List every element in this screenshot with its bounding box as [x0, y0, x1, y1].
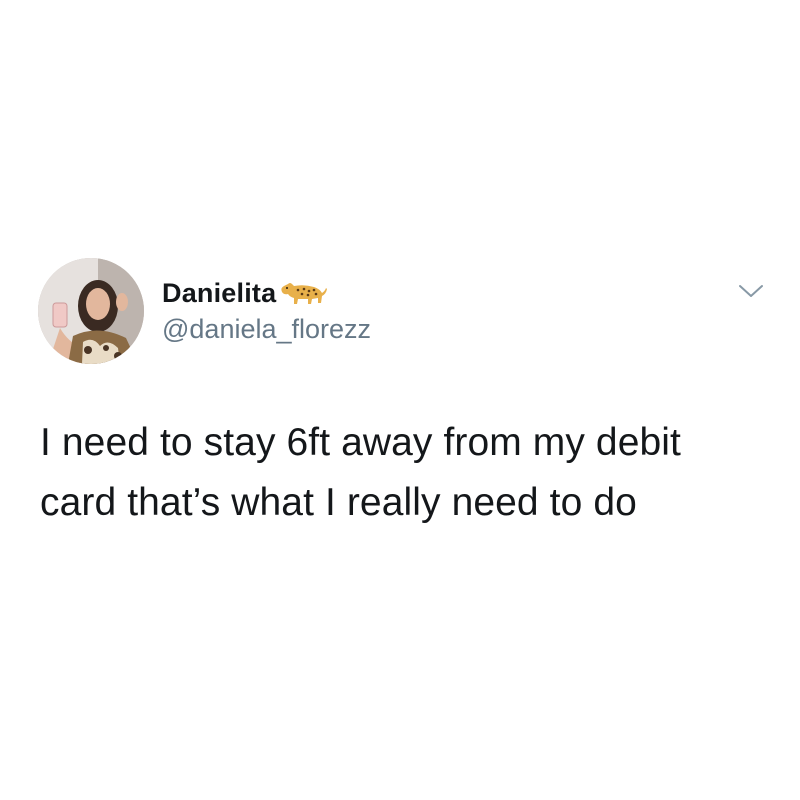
chevron-down-icon[interactable]	[736, 280, 766, 302]
author-handle[interactable]: @daniela_florezz	[162, 314, 371, 345]
author-info: Danielita @daniela_florezz	[162, 276, 371, 345]
author-name-row[interactable]: Danielita	[162, 276, 371, 310]
author-display-name[interactable]: Danielita	[162, 278, 276, 309]
author-avatar[interactable]	[38, 258, 144, 364]
leopard-icon	[281, 283, 328, 304]
tweet-card: Danielita @daniela_florezz I need to sta…	[0, 0, 800, 800]
avatar-photo	[38, 258, 144, 364]
tweet-text: I need to stay 6ft away from my debit ca…	[40, 421, 681, 524]
